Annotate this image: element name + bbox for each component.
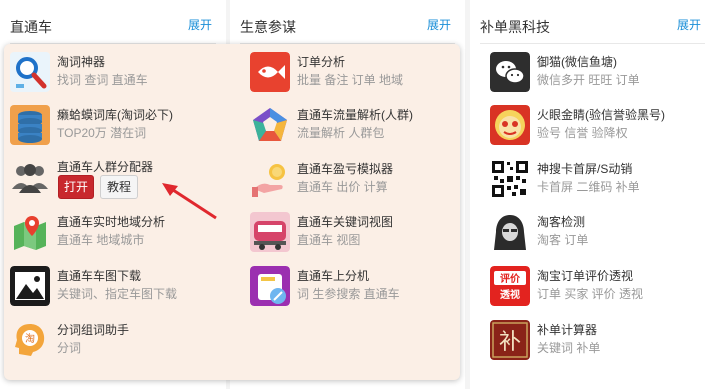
tool-taoke-jiance[interactable]: 淘客检测 淘客 订单 xyxy=(484,208,704,256)
tool-desc: 流量解析 人群包 xyxy=(297,126,385,140)
database-icon xyxy=(10,105,50,145)
tool-guanjianci-shitu[interactable]: 直通车关键词视图 直通车 视图 xyxy=(244,208,464,256)
pingjia-text: 评价 xyxy=(500,272,521,285)
tool-name: 火眼金睛(验信誉验黑号) xyxy=(537,108,665,122)
tool-pingjia-toushi[interactable]: 评价透视 淘宝订单评价透视 订单 买家 评价 透视 xyxy=(484,262,704,310)
map-pin-icon xyxy=(10,212,50,252)
tool-name: 直通车上分机 xyxy=(297,269,370,283)
tool-chetu-download[interactable]: 直通车车图下载 关键词、指定车图下载 xyxy=(4,262,224,310)
tool-name: 淘宝订单评价透视 xyxy=(537,269,634,283)
tool-name: 直通车车图下载 xyxy=(57,269,142,283)
tool-desc: 关键词 补单 xyxy=(537,341,601,355)
tool-desc: 找词 查词 直通车 xyxy=(57,73,148,87)
tool-budan-jisuanqi[interactable]: 补 补单计算器 关键词 补单 xyxy=(484,316,704,364)
hooded-hacker-icon xyxy=(490,212,530,252)
tool-yumao[interactable]: 御猫(微信鱼塘) 微信多开 旺旺 订单 xyxy=(484,48,704,96)
tool-shangfenji[interactable]: 直通车上分机 词 生参搜索 直通车 xyxy=(244,262,464,310)
column-header: 生意参谋 展开 xyxy=(240,10,455,44)
tool-fenci-zhushou[interactable]: 淘 分词组词助手 分词 xyxy=(4,316,224,364)
magnifier-icon xyxy=(10,52,50,92)
monkey-face-icon xyxy=(490,105,530,145)
plugin-page: 直通车 展开 生意参谋 展开 补单黑科技 展开 淘词神器 找词 查词 直通车 癞… xyxy=(0,0,715,389)
toushi-text: 透视 xyxy=(500,288,520,301)
coin-hand-icon xyxy=(250,159,290,199)
tool-name: 癞蛤蟆词库(淘词必下) xyxy=(57,108,173,122)
bu-character-icon: 补 xyxy=(490,320,530,360)
fish-icon xyxy=(250,52,290,92)
tool-yingkui-moni[interactable]: 直通车盈亏模拟器 直通车 出价 计算 xyxy=(244,155,464,203)
people-group-icon xyxy=(10,157,50,197)
image-download-icon xyxy=(10,266,50,306)
expand-link[interactable]: 展开 xyxy=(677,16,701,33)
open-button[interactable]: 打开 xyxy=(58,175,94,199)
column-title: 补单黑科技 xyxy=(480,19,550,35)
head-fish-icon: 淘 xyxy=(10,320,50,360)
tool-name: 淘客检测 xyxy=(537,215,586,229)
tool-desc: 订单 买家 评价 透视 xyxy=(537,287,644,301)
fish-badge-text: 淘 xyxy=(25,332,35,345)
tool-name: 订单分析 xyxy=(297,55,346,69)
tool-name: 直通车流量解析(人群) xyxy=(297,108,413,122)
review-badge-icon: 评价 透视 xyxy=(490,266,530,306)
annotation-arrow-icon xyxy=(162,183,217,220)
tool-name: 分词组词助手 xyxy=(57,323,130,337)
tool-name: 御猫(微信鱼塘) xyxy=(537,55,617,69)
tool-name: 直通车实时地域分析 xyxy=(57,215,166,229)
tool-name: 直通车人群分配器 xyxy=(57,160,154,174)
tool-desc: 直通车 出价 计算 xyxy=(297,180,388,194)
tool-huoyan-jinjing[interactable]: 火眼金睛(验信誉验黑号) 验号 信誉 验降权 xyxy=(484,101,704,149)
tool-hama-ciku[interactable]: 癞蛤蟆词库(淘词必下) TOP20万 潜在词 xyxy=(4,101,224,149)
tool-name: 直通车盈亏模拟器 xyxy=(297,162,394,176)
tool-dingdan-fenxi[interactable]: 订单分析 批量 备注 订单 地域 xyxy=(244,48,464,96)
expand-link[interactable]: 展开 xyxy=(188,16,212,33)
tool-name: 神搜卡首屏/S动销 xyxy=(537,162,633,176)
tool-desc: 词 生参搜索 直通车 xyxy=(297,287,400,301)
column-header: 直通车 展开 xyxy=(10,10,216,44)
column-title: 直通车 xyxy=(10,19,52,35)
qr-code-icon xyxy=(490,159,530,199)
column-header: 补单黑科技 展开 xyxy=(480,10,705,44)
tool-desc: TOP20万 潜在词 xyxy=(57,126,147,140)
tool-desc: 分词 xyxy=(57,341,82,355)
column-title: 生意参谋 xyxy=(240,19,296,35)
tool-desc: 直通车 地域城市 xyxy=(57,233,145,247)
tutorial-button[interactable]: 教程 xyxy=(100,175,138,199)
tool-name: 补单计算器 xyxy=(537,323,598,337)
wechat-icon xyxy=(490,52,530,92)
tool-desc: 微信多开 旺旺 订单 xyxy=(537,73,640,87)
tool-desc: 验号 信誉 验降权 xyxy=(537,126,628,140)
tool-desc: 直通车 视图 xyxy=(297,233,361,247)
tool-taoci[interactable]: 淘词神器 找词 查词 直通车 xyxy=(4,48,224,96)
tool-desc: 关键词、指定车图下载 xyxy=(57,287,178,301)
tool-name: 淘词神器 xyxy=(57,55,106,69)
bu-text: 补 xyxy=(499,330,521,355)
tool-shensou[interactable]: 神搜卡首屏/S动销 卡首屏 二维码 补单 xyxy=(484,155,704,203)
tool-desc: 卡首屏 二维码 补单 xyxy=(537,180,640,194)
compass-bag-icon xyxy=(250,266,290,306)
train-icon xyxy=(250,212,290,252)
pentagon-icon xyxy=(250,105,290,145)
tool-liuliang-jiexi[interactable]: 直通车流量解析(人群) 流量解析 人群包 xyxy=(244,101,464,149)
expand-link[interactable]: 展开 xyxy=(427,16,451,33)
tool-name: 直通车关键词视图 xyxy=(297,215,394,229)
tool-desc: 批量 备注 订单 地域 xyxy=(297,73,404,87)
tool-desc: 淘客 订单 xyxy=(537,233,589,247)
